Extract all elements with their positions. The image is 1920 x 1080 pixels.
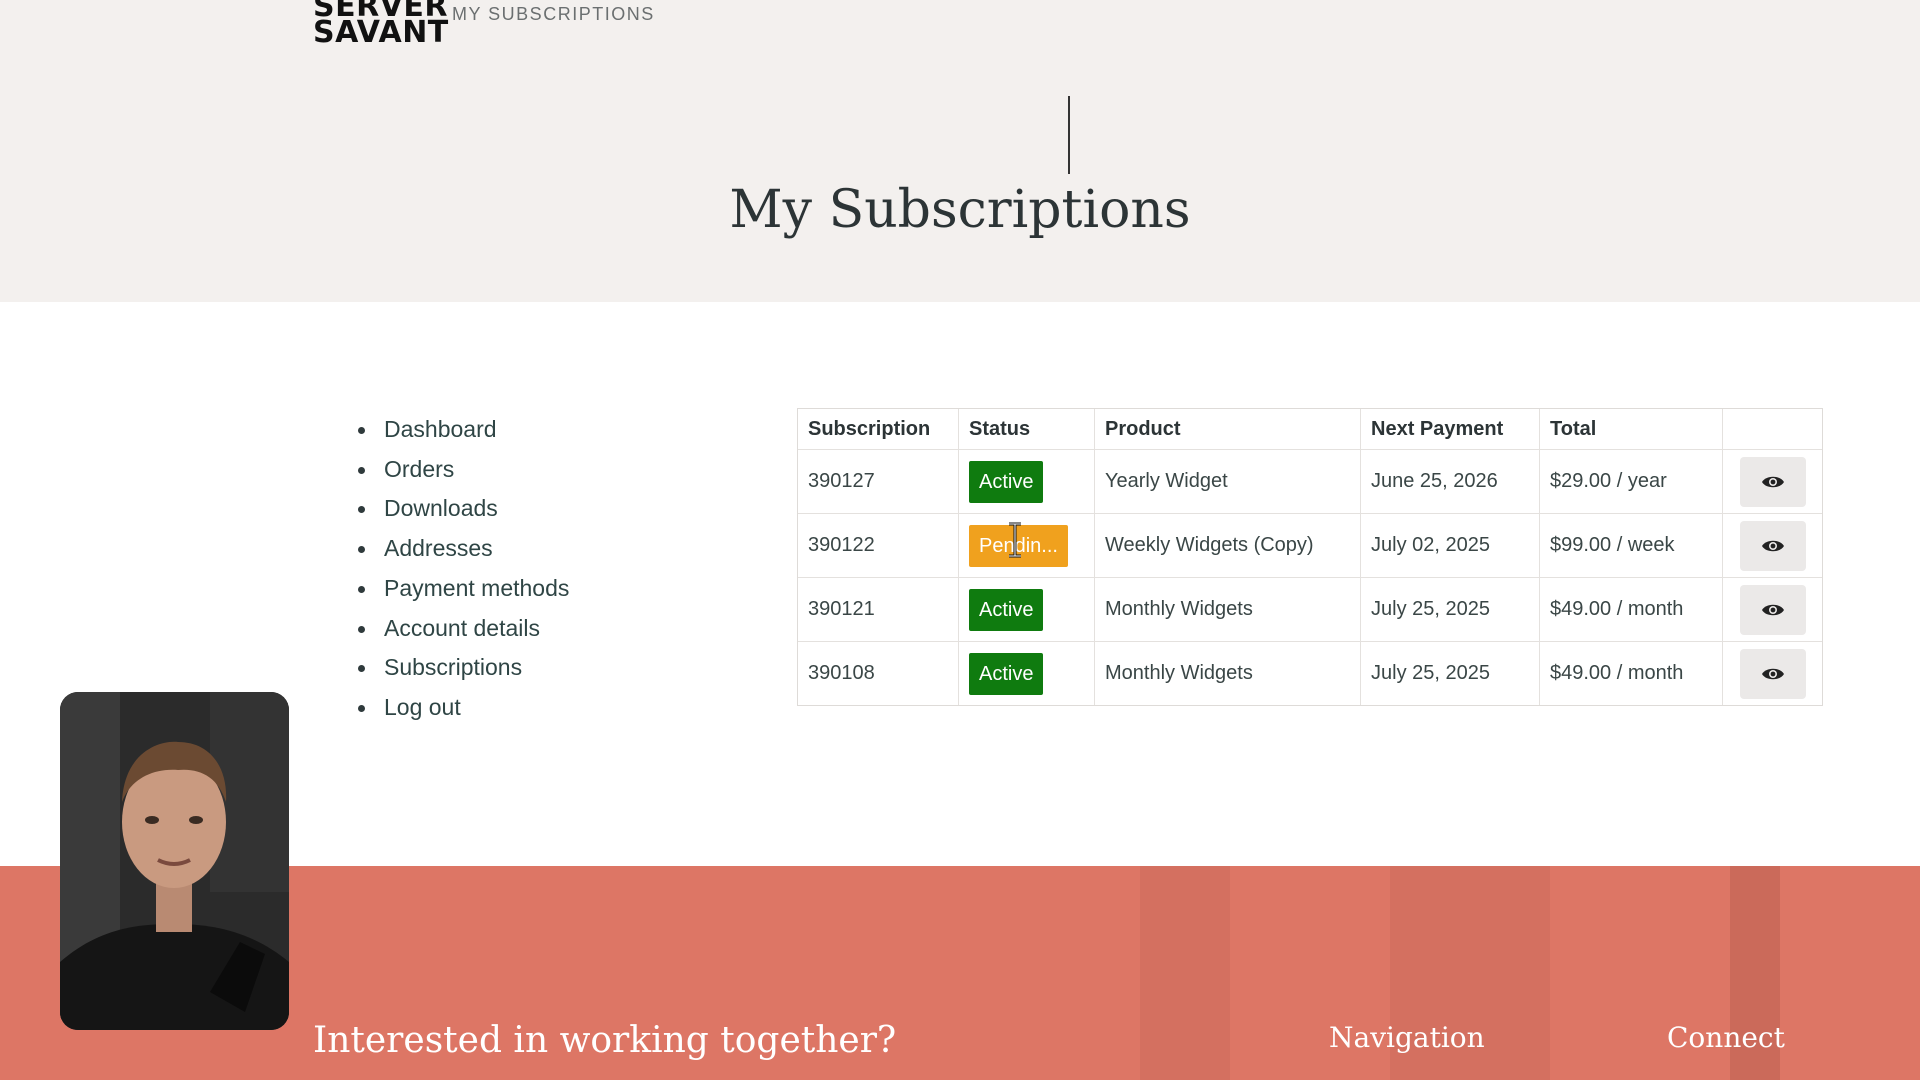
status-cell: Active xyxy=(958,641,1095,705)
subscription-total: $49.00 / month xyxy=(1539,641,1723,705)
subscriptions-table: Subscription Status Product Next Payment… xyxy=(797,408,1823,706)
table-header-row: Subscription Status Product Next Payment… xyxy=(798,409,1822,450)
site-logo[interactable]: SERVER SAVANT xyxy=(313,0,449,50)
nav-item-addresses[interactable]: Addresses xyxy=(358,529,569,569)
nav-item-subscriptions[interactable]: Subscriptions xyxy=(358,648,569,688)
nav-link-subscriptions[interactable]: Subscriptions xyxy=(384,654,522,680)
action-cell xyxy=(1723,642,1823,706)
nav-item-downloads[interactable]: Downloads xyxy=(358,489,569,529)
page-title: My Subscriptions xyxy=(729,180,1191,240)
nav-link-account-details[interactable]: Account details xyxy=(384,615,540,641)
view-subscription-button[interactable] xyxy=(1739,648,1806,699)
table-row: 390122 Pendin... Weekly Widgets (Copy) J… xyxy=(798,513,1822,578)
nav-link-payment-methods[interactable]: Payment methods xyxy=(384,575,569,601)
logo-line-2: SAVANT xyxy=(313,15,449,50)
status-cell: Active xyxy=(958,577,1095,642)
footer-navigation-title: Navigation xyxy=(1329,1021,1485,1054)
status-cell: Pendin... xyxy=(958,513,1095,578)
eye-icon xyxy=(1761,476,1784,487)
nav-link-dashboard[interactable]: Dashboard xyxy=(384,416,497,442)
nav-link-addresses[interactable]: Addresses xyxy=(384,535,493,561)
footer-connect-title: Connect xyxy=(1667,1021,1785,1054)
view-subscription-button[interactable] xyxy=(1739,520,1806,571)
footer-heading: Interested in working together? xyxy=(313,1020,897,1061)
nav-item-orders[interactable]: Orders xyxy=(358,450,569,490)
webcam-overlay xyxy=(60,692,289,1030)
next-payment-date: July 02, 2025 xyxy=(1360,513,1540,578)
column-header-status: Status xyxy=(958,409,1095,450)
subscription-total: $29.00 / year xyxy=(1539,449,1723,514)
nav-link-downloads[interactable]: Downloads xyxy=(384,495,498,521)
product-name[interactable]: Monthly Widgets xyxy=(1094,577,1361,642)
subscription-id[interactable]: 390122 xyxy=(798,513,959,578)
account-navigation: Dashboard Orders Downloads Addresses Pay… xyxy=(358,410,569,728)
nav-item-dashboard[interactable]: Dashboard xyxy=(358,410,569,450)
status-badge: Active xyxy=(969,588,1044,631)
subscription-id[interactable]: 390127 xyxy=(798,449,959,514)
subscription-id[interactable]: 390121 xyxy=(798,577,959,642)
column-header-subscription: Subscription xyxy=(798,409,959,450)
action-cell xyxy=(1722,577,1822,642)
table-row: 390127 Active Yearly Widget June 25, 202… xyxy=(798,449,1822,514)
column-header-actions xyxy=(1722,409,1822,450)
nav-item-payment-methods[interactable]: Payment methods xyxy=(358,569,569,609)
column-header-total: Total xyxy=(1539,409,1723,450)
breadcrumb[interactable]: MY SUBSCRIPTIONS xyxy=(452,4,655,25)
action-cell xyxy=(1722,449,1822,514)
status-cell: Active xyxy=(958,449,1095,514)
next-payment-date: July 25, 2025 xyxy=(1360,641,1540,705)
presenter-video xyxy=(60,692,289,1030)
product-name[interactable]: Yearly Widget xyxy=(1094,449,1361,514)
eye-icon xyxy=(1761,604,1784,615)
product-name[interactable]: Monthly Widgets xyxy=(1094,641,1361,705)
subscription-total: $49.00 / month xyxy=(1539,577,1723,642)
footer-decoration xyxy=(1140,866,1230,1080)
subscription-total: $99.00 / week xyxy=(1539,513,1723,578)
status-badge: Active xyxy=(969,460,1044,503)
view-subscription-button[interactable] xyxy=(1739,584,1806,635)
eye-icon xyxy=(1761,668,1784,679)
table-row: 390108 Active Monthly Widgets July 25, 2… xyxy=(798,641,1823,706)
nav-item-account-details[interactable]: Account details xyxy=(358,609,569,649)
view-subscription-button[interactable] xyxy=(1739,456,1806,507)
nav-link-orders[interactable]: Orders xyxy=(384,456,454,482)
status-badge: Active xyxy=(969,652,1044,695)
text-cursor-icon xyxy=(1009,522,1021,558)
table-row: 390121 Active Monthly Widgets July 25, 2… xyxy=(798,577,1822,642)
subscription-id[interactable]: 390108 xyxy=(798,641,959,705)
action-cell xyxy=(1722,513,1822,578)
column-header-product: Product xyxy=(1094,409,1361,450)
product-name[interactable]: Weekly Widgets (Copy) xyxy=(1094,513,1361,578)
next-payment-date: July 25, 2025 xyxy=(1360,577,1540,642)
nav-link-log-out[interactable]: Log out xyxy=(384,694,461,720)
next-payment-date: June 25, 2026 xyxy=(1360,449,1540,514)
title-divider xyxy=(1068,96,1070,174)
eye-icon xyxy=(1761,540,1784,551)
nav-item-log-out[interactable]: Log out xyxy=(358,688,569,728)
page-header: SERVER SAVANT MY SUBSCRIPTIONS My Subscr… xyxy=(0,0,1920,302)
column-header-next-payment: Next Payment xyxy=(1360,409,1540,450)
